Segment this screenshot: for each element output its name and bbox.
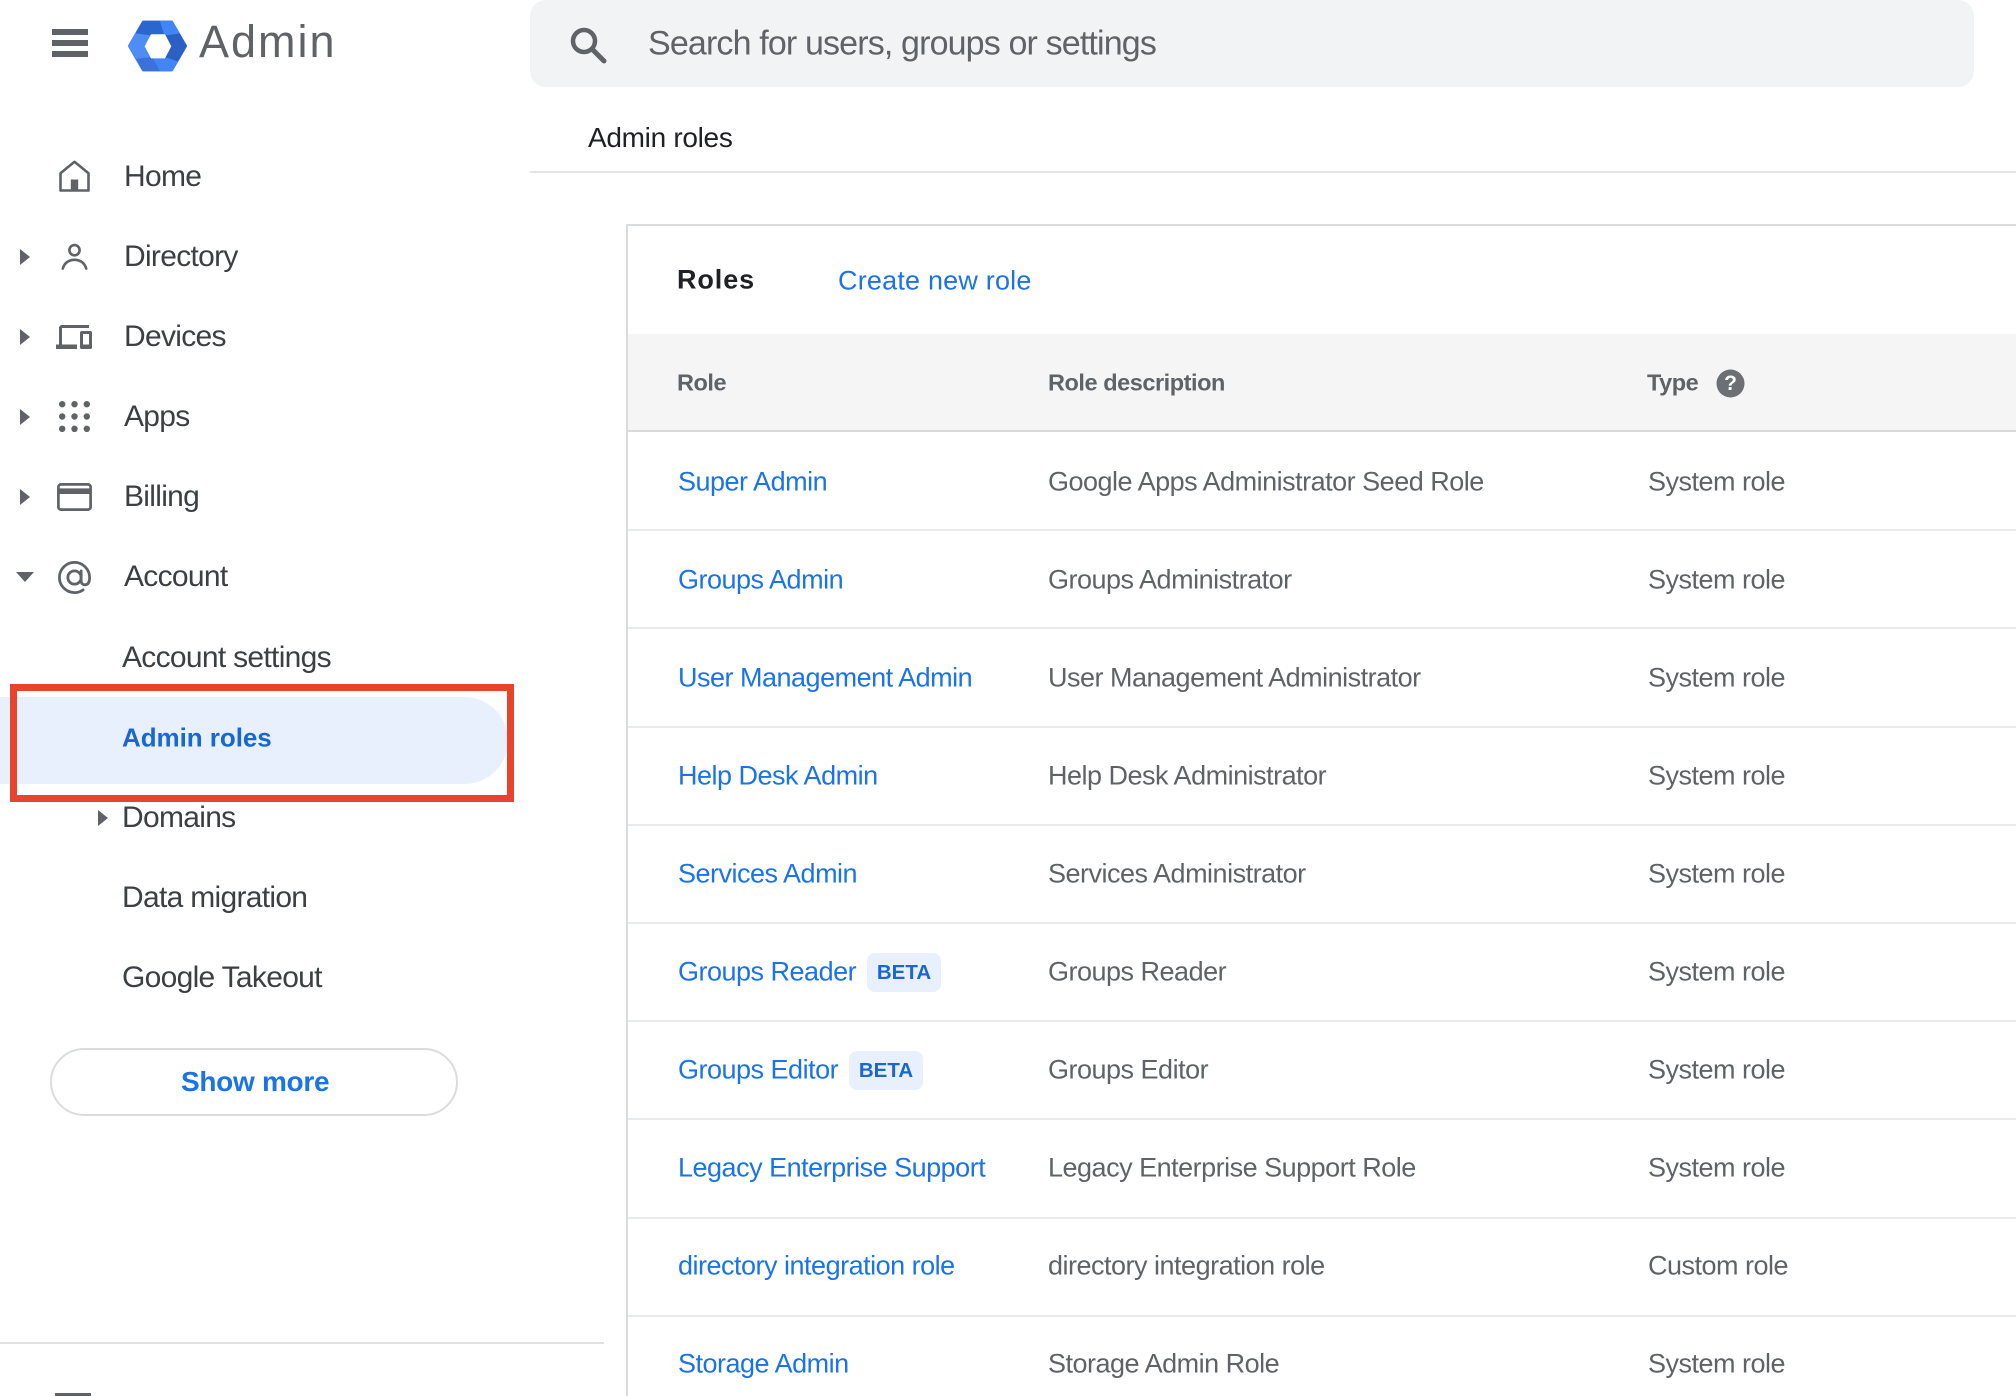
svg-text:?: ?: [1724, 372, 1737, 395]
